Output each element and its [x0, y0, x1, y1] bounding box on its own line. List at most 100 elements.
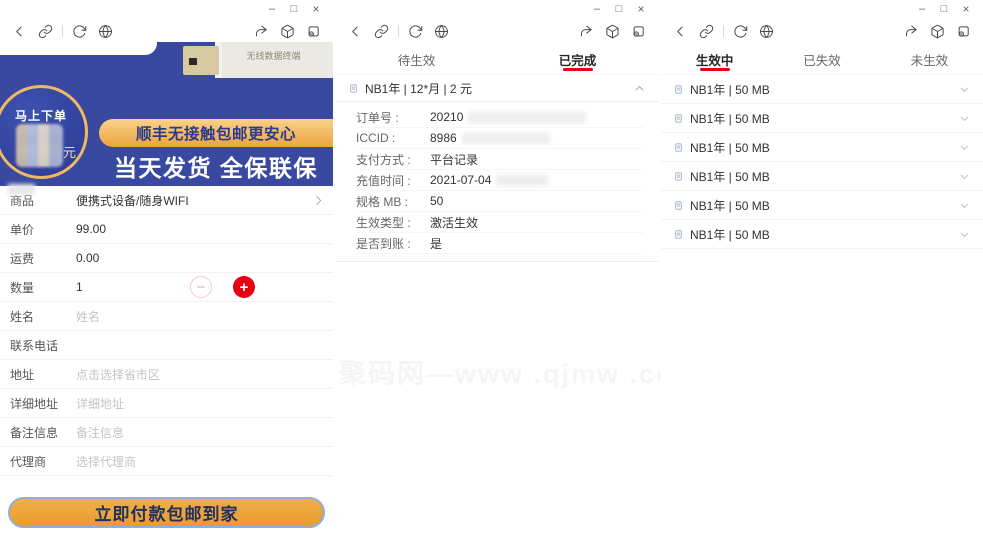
name-input[interactable]: 姓名	[76, 308, 100, 325]
cube-3d-icon[interactable]	[280, 24, 295, 39]
forward-share-icon[interactable]	[904, 24, 919, 39]
cube-3d-icon[interactable]	[930, 24, 945, 39]
field-name[interactable]: 姓名 姓名	[0, 302, 333, 331]
field-remark[interactable]: 备注信息 备注信息	[0, 418, 333, 447]
field-label: 备注信息	[10, 425, 59, 440]
close-button[interactable]: ×	[305, 1, 327, 17]
promo-banner: 无线数据终端 马上下单 元 顺丰无接触包邮更安心 当天发货 全保联保	[0, 42, 333, 186]
field-label: 数量	[10, 280, 35, 295]
minimize-button[interactable]: –	[911, 1, 933, 17]
detail-value: 8986	[430, 131, 550, 145]
maximize-button[interactable]: □	[283, 1, 305, 17]
float-window-icon[interactable]	[631, 24, 646, 39]
field-product[interactable]: 商品 便携式设备/随身WIFI	[0, 186, 333, 215]
tab-completed[interactable]: 已完成	[497, 44, 658, 74]
field-unit-price: 单价 99.00	[0, 215, 333, 244]
detail-label: 支付方式 :	[356, 152, 411, 167]
list-item[interactable]: NB1年 | 50 MB	[661, 104, 983, 133]
tab-expired[interactable]: 已失效	[768, 44, 875, 74]
pay-now-label: 立即付款包邮到家	[94, 505, 239, 524]
link-chain-icon[interactable]	[699, 24, 714, 39]
chevron-down-icon[interactable]	[958, 141, 971, 154]
quantity-minus-button[interactable]: −	[190, 276, 212, 298]
detail-label: 充值时间 :	[356, 173, 411, 188]
chevron-down-icon[interactable]	[958, 112, 971, 125]
field-agent[interactable]: 代理商 选择代理商	[0, 447, 333, 476]
quantity-plus-button[interactable]: +	[233, 276, 255, 298]
chevron-down-icon[interactable]	[958, 199, 971, 212]
cube-3d-icon[interactable]	[605, 24, 620, 39]
minimize-button[interactable]: –	[586, 1, 608, 17]
field-phone[interactable]: 联系电话	[0, 331, 333, 360]
list-item[interactable]: NB1年 | 50 MB	[661, 133, 983, 162]
field-label: 详细地址	[10, 396, 59, 411]
detail-value: 是	[430, 236, 443, 251]
globe-icon[interactable]	[434, 24, 449, 39]
chevron-up-icon[interactable]	[633, 82, 646, 95]
close-button[interactable]: ×	[955, 1, 977, 17]
order-card-header[interactable]: NB1年 | 12*月 | 2 元	[336, 75, 658, 102]
tab-pending[interactable]: 待生效	[336, 44, 497, 74]
back-icon[interactable]	[673, 24, 688, 39]
price-unit: 元	[62, 145, 76, 160]
remark-input[interactable]: 备注信息	[76, 424, 124, 441]
window-packages: – □ × 生效中 已失效 未生效 NB1年 | 50 MB NB1年 | 50…	[661, 0, 983, 537]
back-icon[interactable]	[12, 24, 27, 39]
toolbar-divider	[398, 25, 399, 37]
price-badge-label: 马上下单	[14, 109, 67, 123]
list-item[interactable]: NB1年 | 50 MB	[661, 75, 983, 104]
document-icon	[675, 142, 682, 152]
titlebar: – □ ×	[0, 0, 333, 18]
float-window-icon[interactable]	[956, 24, 971, 39]
promo-ribbon: 顺丰无接触包邮更安心	[99, 119, 333, 147]
toolbar-divider	[723, 25, 724, 37]
link-chain-icon[interactable]	[38, 24, 53, 39]
chevron-right-icon[interactable]	[312, 194, 325, 207]
document-icon	[350, 83, 357, 93]
field-value: 便携式设备/随身WIFI	[76, 193, 189, 208]
list-item[interactable]: NB1年 | 50 MB	[661, 162, 983, 191]
pay-now-button[interactable]: 立即付款包邮到家	[8, 497, 325, 528]
detail-value: 2021-07-04	[430, 173, 549, 187]
field-quantity: 数量 1 − +	[0, 273, 333, 302]
float-window-icon[interactable]	[306, 24, 321, 39]
field-label: 姓名	[10, 309, 35, 324]
field-address[interactable]: 地址 点击选择省市区	[0, 360, 333, 389]
field-address-detail[interactable]: 详细地址 详细地址	[0, 389, 333, 418]
address-detail-input[interactable]: 详细地址	[76, 395, 124, 412]
detail-label: 生效类型 :	[356, 215, 411, 230]
forward-share-icon[interactable]	[254, 24, 269, 39]
device-thumbnail	[183, 46, 219, 75]
document-icon	[675, 200, 682, 210]
document-icon	[675, 229, 682, 239]
chevron-down-icon[interactable]	[958, 170, 971, 183]
minimize-button[interactable]: –	[261, 1, 283, 17]
maximize-button[interactable]: □	[608, 1, 630, 17]
reload-icon[interactable]	[408, 24, 423, 39]
list-item[interactable]: NB1年 | 50 MB	[661, 191, 983, 220]
reload-icon[interactable]	[72, 24, 87, 39]
close-button[interactable]: ×	[630, 1, 652, 17]
agent-picker[interactable]: 选择代理商	[76, 453, 136, 470]
link-chain-icon[interactable]	[374, 24, 389, 39]
toolbar	[336, 18, 658, 44]
address-picker[interactable]: 点击选择省市区	[76, 366, 160, 383]
maximize-button[interactable]: □	[933, 1, 955, 17]
order-tabs: 待生效 已完成	[336, 44, 658, 75]
chevron-down-icon[interactable]	[958, 83, 971, 96]
tab-inactive[interactable]: 未生效	[876, 44, 983, 74]
tab-active[interactable]: 生效中	[661, 44, 768, 74]
reload-icon[interactable]	[733, 24, 748, 39]
chevron-down-icon[interactable]	[958, 228, 971, 241]
detail-label: 是否到账 :	[356, 236, 411, 251]
globe-icon[interactable]	[98, 24, 113, 39]
order-form: 商品 便携式设备/随身WIFI 单价 99.00 运费 0.00 数量 1 − …	[0, 186, 333, 476]
back-icon[interactable]	[348, 24, 363, 39]
forward-share-icon[interactable]	[579, 24, 594, 39]
detail-value: 50	[430, 194, 444, 208]
globe-icon[interactable]	[759, 24, 774, 39]
card-bottom-border	[336, 254, 658, 262]
detail-iccid: ICCID : 8986	[356, 128, 644, 149]
list-item[interactable]: NB1年 | 50 MB	[661, 220, 983, 249]
detail-value: 20210	[430, 110, 587, 124]
